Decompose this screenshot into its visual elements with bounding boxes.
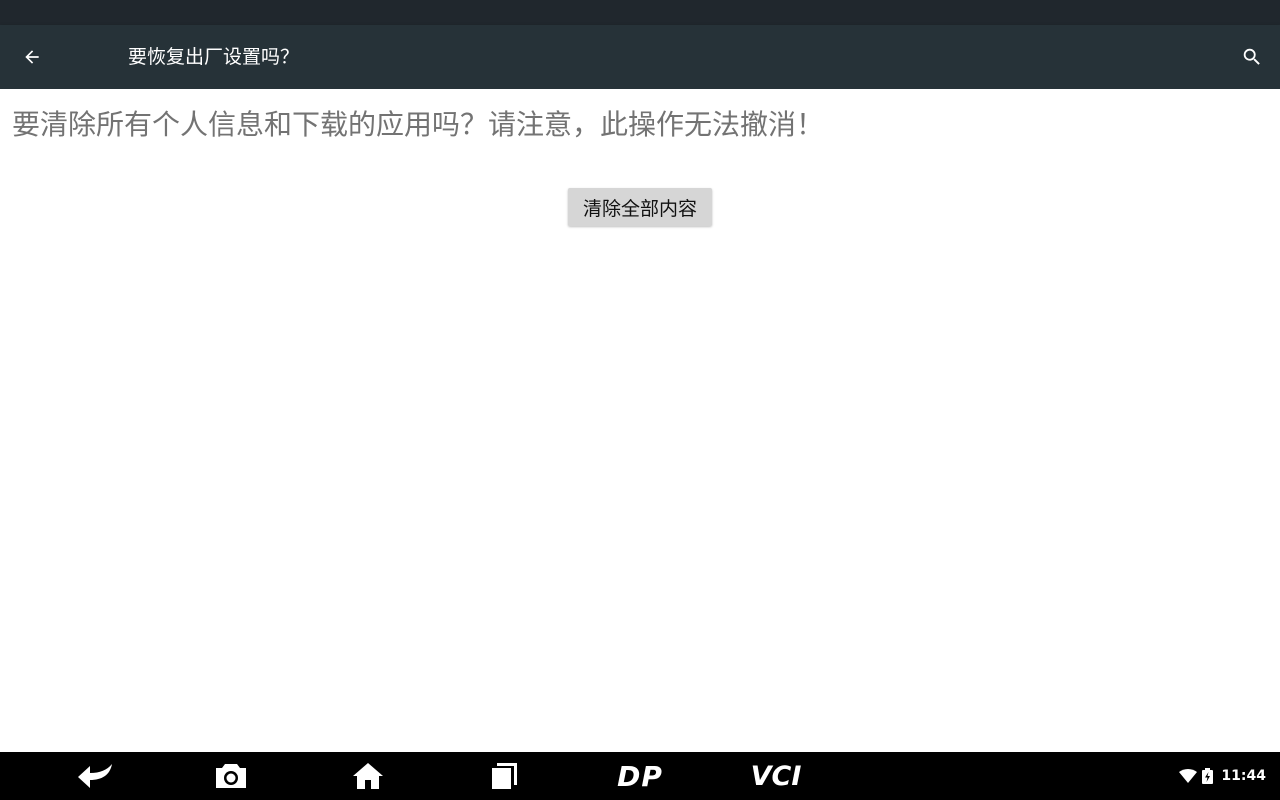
search-icon — [1243, 48, 1260, 65]
nav-home-button[interactable] — [336, 756, 400, 796]
search-button[interactable] — [1236, 41, 1268, 73]
dp-logo-icon: DP — [617, 759, 663, 793]
home-icon — [353, 763, 383, 789]
battery-charging-icon — [1202, 768, 1214, 784]
nav-camera-button[interactable] — [199, 756, 263, 796]
reset-warning-message: 要清除所有个人信息和下载的应用吗？请注意，此操作无法撤消！ — [12, 108, 825, 141]
system-tray: 11:44 — [1179, 752, 1266, 800]
page-title: 要恢复出厂设置吗？ — [128, 46, 300, 68]
camera-icon — [216, 764, 246, 788]
navigation-bar: DP VCI 11:44 — [0, 752, 1280, 800]
vci-logo-icon: VCI — [750, 760, 802, 792]
recent-apps-icon — [492, 763, 517, 789]
nav-vci-button[interactable]: VCI — [744, 756, 808, 796]
content-area: 要清除所有个人信息和下载的应用吗？请注意，此操作无法撤消！ 清除全部内容 — [0, 89, 1280, 752]
arrow-left-icon — [25, 50, 39, 64]
nav-back-button[interactable] — [64, 756, 128, 796]
nav-dp-button[interactable]: DP — [608, 756, 672, 796]
erase-everything-button[interactable]: 清除全部内容 — [568, 188, 712, 226]
status-strip — [0, 0, 1280, 25]
clock: 11:44 — [1221, 768, 1266, 784]
app-bar: 要恢复出厂设置吗？ — [0, 25, 1280, 89]
back-arrow-icon — [78, 764, 112, 788]
wifi-icon — [1179, 769, 1198, 783]
back-button[interactable] — [16, 41, 48, 73]
nav-recent-apps-button[interactable] — [472, 756, 536, 796]
